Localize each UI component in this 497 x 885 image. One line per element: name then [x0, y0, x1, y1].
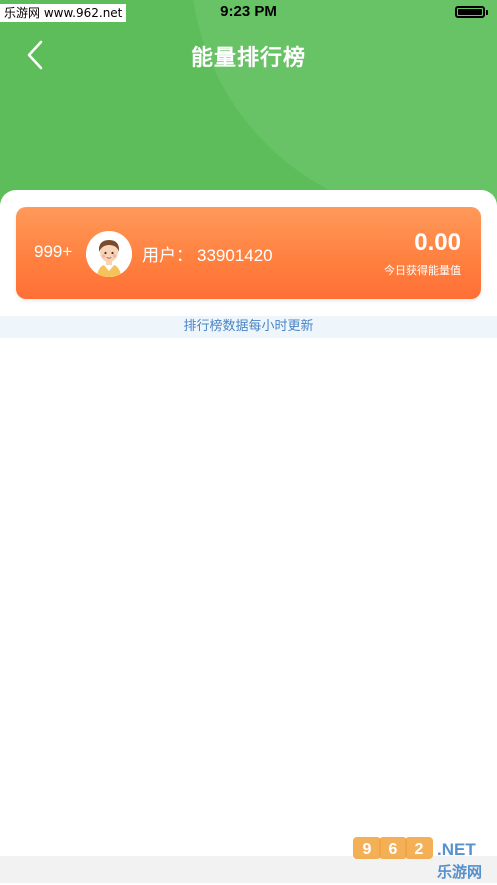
user-id: 33901420	[197, 246, 273, 265]
rank-number: 999+	[34, 242, 73, 261]
page-title: 能量排行榜	[190, 46, 306, 71]
site-watermark-logo: 9 6 2 .NET 乐游网	[351, 833, 491, 881]
my-rank-card: 999+ 用户： 33901420 0.00 今日获得能量值	[16, 207, 481, 299]
navigation-bar: 能量排行榜	[0, 30, 497, 80]
battery-icon	[455, 6, 488, 18]
battery-fill	[458, 9, 482, 15]
svg-text:2: 2	[415, 841, 424, 858]
user-info: 用户： 33901420	[142, 241, 273, 266]
battery-nub	[486, 10, 488, 15]
status-bar: 乐游网 www.962.net 9:23 PM	[0, 0, 497, 26]
svg-text:.NET: .NET	[437, 840, 476, 859]
svg-text:乐游网: 乐游网	[437, 863, 482, 881]
svg-text:6: 6	[389, 841, 398, 858]
update-notice: 排行榜数据每小时更新	[0, 316, 497, 338]
energy-value: 0.00	[414, 229, 461, 256]
watermark-logo-image: 9 6 2 .NET 乐游网	[353, 837, 482, 881]
status-time: 9:23 PM	[220, 3, 277, 20]
user-label-prefix: 用户：	[142, 246, 193, 266]
avatar-image	[86, 231, 132, 277]
svg-text:9: 9	[363, 841, 372, 858]
energy-label: 今日获得能量值	[384, 264, 461, 277]
avatar	[86, 231, 132, 277]
